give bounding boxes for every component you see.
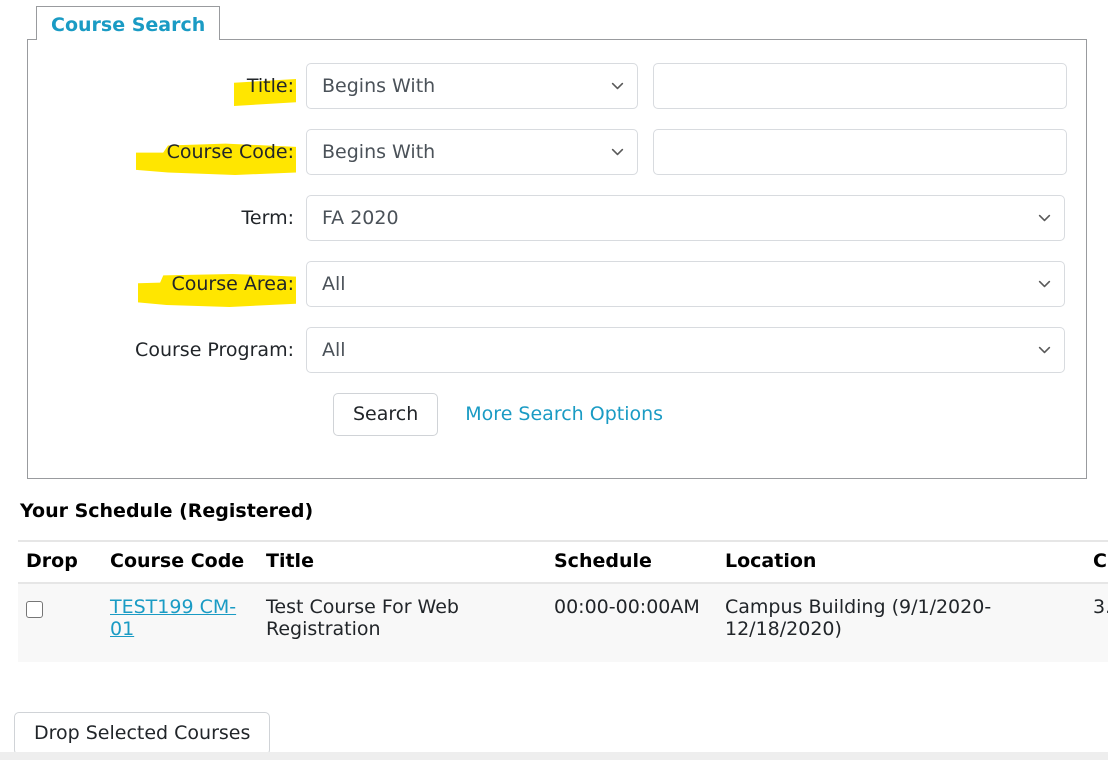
chevron-down-icon [611, 80, 624, 93]
tab-active-mask [37, 39, 213, 41]
chevron-down-icon [1038, 278, 1051, 291]
label-cell-course-area: Course Area: [28, 273, 306, 295]
field-cell-course-area: All [306, 261, 1065, 307]
course-code-link[interactable]: TEST199 CM-01 [110, 596, 236, 640]
label-cell-course-program: Course Program: [28, 339, 306, 361]
drop-selected-courses-button[interactable]: Drop Selected Courses [14, 712, 270, 755]
field-cell-course-program: All [306, 327, 1065, 373]
table-header-row: Drop Course Code Title Schedule Location… [18, 541, 1108, 583]
label-cell-course-code: Course Code: [28, 141, 306, 163]
course-program-value: All [322, 339, 346, 361]
tab-strip: Course Search [27, 6, 1087, 40]
course-search-form: Title: Begins With Course Code: [28, 40, 1088, 436]
field-cell-title: Begins With [306, 63, 1067, 109]
column-header-credits: Credits [1085, 541, 1108, 583]
title-operator-select[interactable]: Begins With [306, 63, 638, 109]
term-select[interactable]: FA 2020 [306, 195, 1065, 241]
cell-drop [18, 583, 102, 662]
footer-strip [0, 752, 1108, 760]
form-row-course-program: Course Program: All [28, 327, 1088, 373]
title-search-input[interactable] [653, 63, 1067, 109]
schedule-table: Drop Course Code Title Schedule Location… [18, 540, 1108, 662]
cell-schedule: 00:00-00:00AM [546, 583, 717, 662]
course-search-tab-panel: Course Search Title: Begins With [27, 6, 1087, 40]
label-term: Term: [242, 207, 294, 229]
term-value: FA 2020 [322, 207, 399, 229]
cell-credits: 3.00 [1085, 583, 1108, 662]
table-row: TEST199 CM-01 Test Course For Web Regist… [18, 583, 1108, 662]
label-cell-term: Term: [28, 207, 306, 229]
cell-course-code: TEST199 CM-01 [102, 583, 258, 662]
course-area-select[interactable]: All [306, 261, 1065, 307]
schedule-actions: Drop Selected Courses [14, 712, 270, 755]
course-code-operator-select[interactable]: Begins With [306, 129, 638, 175]
form-actions: Search More Search Options [333, 393, 1088, 436]
drop-checkbox[interactable] [26, 601, 43, 618]
search-panel: Title: Begins With Course Code: [27, 39, 1087, 479]
field-cell-course-code: Begins With [306, 129, 1067, 175]
form-row-title: Title: Begins With [28, 63, 1088, 109]
more-search-options-link[interactable]: More Search Options [465, 403, 663, 425]
title-operator-value: Begins With [322, 75, 435, 97]
course-code-operator-value: Begins With [322, 141, 435, 163]
tab-course-search-label: Course Search [51, 14, 205, 36]
schedule-table-head: Drop Course Code Title Schedule Location… [18, 541, 1108, 583]
label-cell-title: Title: [28, 75, 306, 97]
column-header-title: Title [258, 541, 546, 583]
column-header-schedule: Schedule [546, 541, 717, 583]
course-area-value: All [322, 273, 346, 295]
form-row-term: Term: FA 2020 [28, 195, 1088, 241]
cell-location: Campus Building (9/1/2020-12/18/2020) [717, 583, 1085, 662]
schedule-table-body: TEST199 CM-01 Test Course For Web Regist… [18, 583, 1108, 662]
label-course-program: Course Program: [135, 339, 294, 361]
schedule-section: Your Schedule (Registered) Drop Course C… [18, 500, 1090, 662]
search-button[interactable]: Search [333, 393, 438, 436]
tab-course-search[interactable]: Course Search [36, 6, 220, 40]
column-header-drop: Drop [18, 541, 102, 583]
form-row-course-area: Course Area: All [28, 261, 1088, 307]
chevron-down-icon [1038, 344, 1051, 357]
column-header-course-code: Course Code [102, 541, 258, 583]
field-cell-term: FA 2020 [306, 195, 1065, 241]
schedule-title: Your Schedule (Registered) [20, 500, 1090, 522]
form-row-course-code: Course Code: Begins With [28, 129, 1088, 175]
course-code-search-input[interactable] [653, 129, 1067, 175]
label-course-code: Course Code: [167, 141, 294, 163]
course-program-select[interactable]: All [306, 327, 1065, 373]
label-title: Title: [247, 75, 294, 97]
column-header-location: Location [717, 541, 1085, 583]
label-course-area: Course Area: [172, 273, 295, 295]
chevron-down-icon [611, 146, 624, 159]
chevron-down-icon [1038, 212, 1051, 225]
cell-title: Test Course For Web Registration [258, 583, 546, 662]
